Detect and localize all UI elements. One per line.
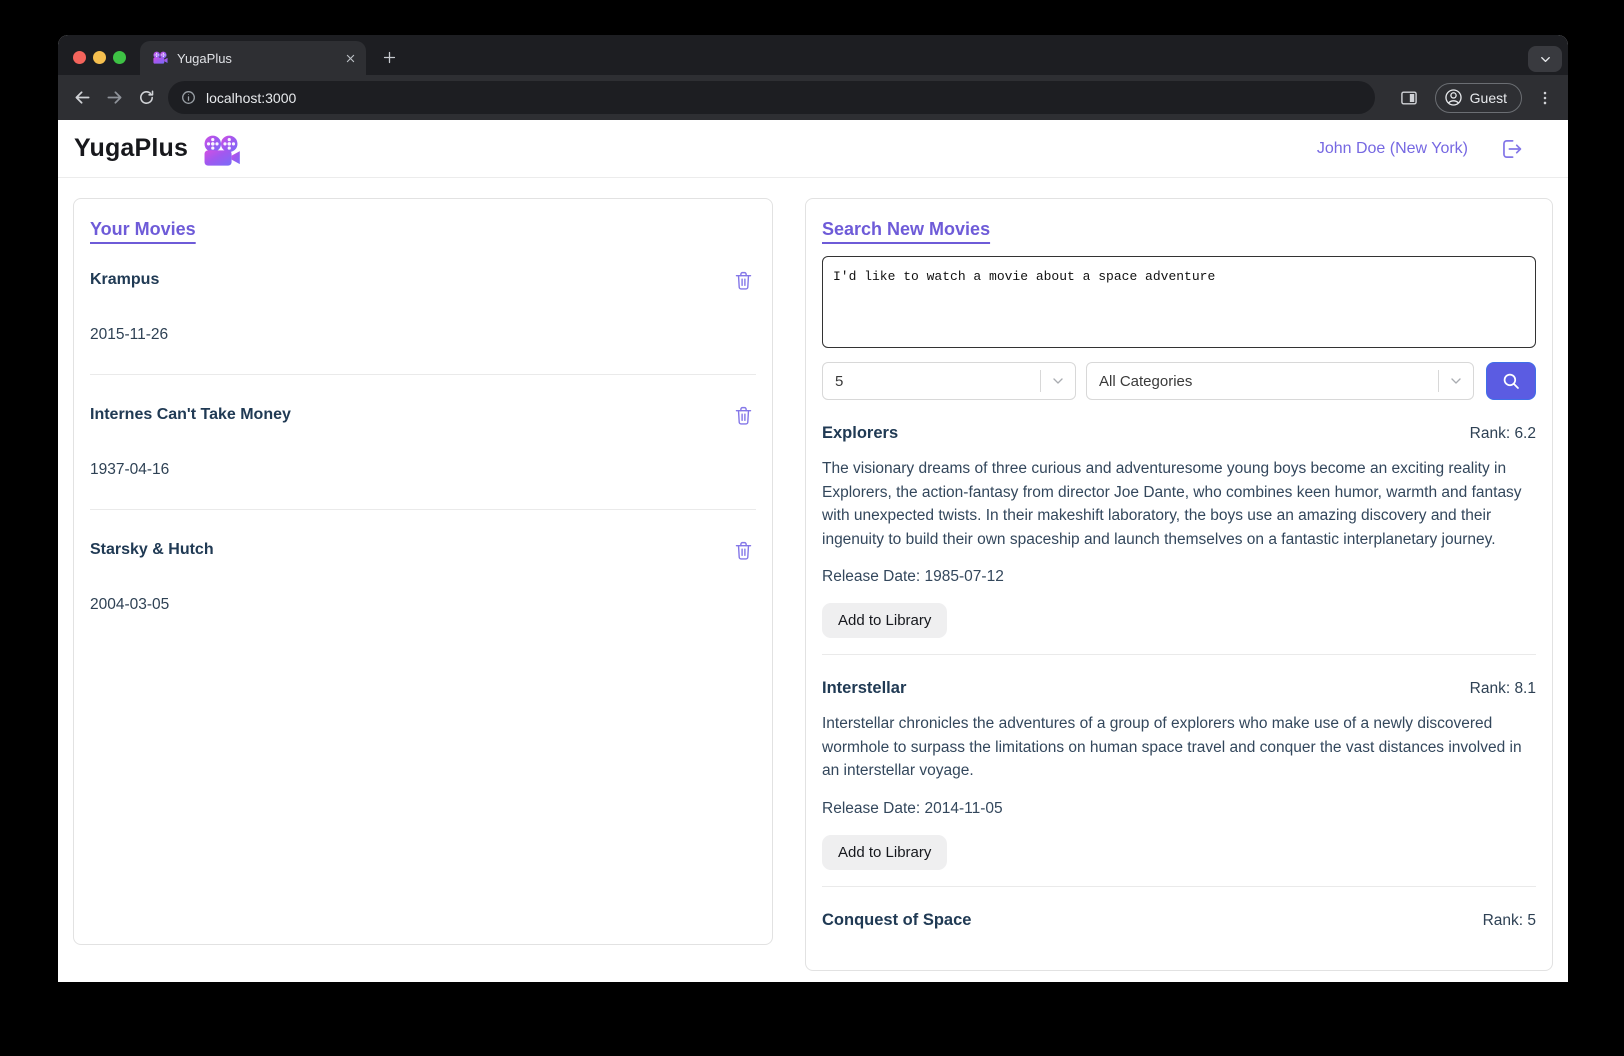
search-panel-title: Search New Movies — [822, 219, 990, 240]
forward-icon[interactable] — [98, 82, 130, 114]
search-button[interactable] — [1486, 362, 1536, 400]
tab-search-chevron-icon[interactable] — [1528, 46, 1562, 72]
search-result: Explorers Rank: 6.2 The visionary dreams… — [822, 400, 1536, 654]
category-select[interactable]: All Categories — [1086, 362, 1474, 400]
result-rank: Rank: 8.1 — [1470, 680, 1536, 698]
chevron-down-icon — [1439, 373, 1473, 389]
app-page: YugaPlus John Doe (New York) — [58, 120, 1568, 982]
search-result: Interstellar Rank: 8.1 Interstellar chro… — [822, 654, 1536, 886]
add-to-library-button[interactable]: Add to Library — [822, 835, 947, 870]
movie-release-date: 1937-04-16 — [90, 461, 756, 479]
logout-icon[interactable] — [1498, 136, 1524, 162]
result-limit-value: 5 — [835, 373, 843, 390]
url-text: localhost:3000 — [206, 90, 296, 106]
delete-movie-trash-icon[interactable] — [730, 402, 756, 428]
result-description: Interstellar chronicles the adventures o… — [822, 712, 1536, 783]
library-movie-row: Krampus 2015-11 — [90, 240, 756, 375]
delete-movie-trash-icon[interactable] — [730, 267, 756, 293]
main-content: Your Movies Krampus — [58, 178, 1568, 982]
window-controls — [73, 51, 126, 64]
tab-title: YugaPlus — [177, 51, 343, 66]
library-panel-title: Your Movies — [90, 219, 196, 240]
result-limit-select[interactable]: 5 — [822, 362, 1076, 400]
movie-title: Internes Can't Take Money — [90, 406, 291, 424]
category-value: All Categories — [1099, 373, 1192, 390]
tab-strip: YugaPlus — [58, 35, 1568, 75]
site-info-icon[interactable] — [180, 89, 197, 106]
search-controls: 5 All Categories — [822, 362, 1536, 400]
result-release-date: Release Date: 1985-07-12 — [822, 568, 1536, 586]
browser-menu-icon[interactable] — [1532, 83, 1558, 113]
result-release-date: Release Date: 2014-11-05 — [822, 800, 1536, 818]
zoom-window-button[interactable] — [113, 51, 126, 64]
reload-icon[interactable] — [130, 82, 162, 114]
tab-close-icon[interactable] — [343, 51, 358, 66]
tab-favicon-movie-camera-icon — [152, 51, 168, 65]
minimize-window-button[interactable] — [93, 51, 106, 64]
browser-toolbar: localhost:3000 Guest — [58, 75, 1568, 120]
guest-label: Guest — [1470, 90, 1507, 106]
chevron-down-icon — [1041, 373, 1075, 389]
result-description: The visionary dreams of three curious an… — [822, 457, 1536, 551]
result-title: Explorers — [822, 424, 898, 443]
search-panel: Search New Movies I'd like to watch a mo… — [805, 198, 1553, 971]
library-movie-row: Internes Can't Take Money — [90, 375, 756, 510]
app-logo-text: YugaPlus — [74, 134, 188, 163]
movie-title: Starsky & Hutch — [90, 541, 214, 559]
library-panel: Your Movies Krampus — [73, 198, 773, 945]
search-results-list: Explorers Rank: 6.2 The visionary dreams… — [822, 400, 1536, 946]
movie-release-date: 2004-03-05 — [90, 596, 756, 614]
browser-profile-button[interactable]: Guest — [1435, 83, 1522, 113]
delete-movie-trash-icon[interactable] — [730, 537, 756, 563]
movie-title: Krampus — [90, 271, 159, 289]
close-window-button[interactable] — [73, 51, 86, 64]
browser-window: YugaPlus — [58, 35, 1568, 982]
result-title: Interstellar — [822, 679, 906, 698]
movie-release-date: 2015-11-26 — [90, 326, 756, 344]
app-header: YugaPlus John Doe (New York) — [58, 120, 1568, 178]
address-bar[interactable]: localhost:3000 — [168, 81, 1375, 114]
user-profile-link[interactable]: John Doe (New York) — [1317, 140, 1468, 158]
movie-camera-icon — [201, 135, 241, 168]
search-icon — [1500, 370, 1522, 392]
add-to-library-button[interactable]: Add to Library — [822, 603, 947, 638]
browser-tab[interactable]: YugaPlus — [140, 41, 366, 75]
new-tab-button[interactable] — [376, 44, 402, 70]
search-query-input[interactable]: I'd like to watch a movie about a space … — [822, 256, 1536, 348]
library-movie-row: Starsky & Hutch — [90, 510, 756, 644]
result-rank: Rank: 6.2 — [1470, 425, 1536, 443]
guest-avatar-icon — [1443, 87, 1464, 108]
library-movie-list: Krampus 2015-11 — [90, 240, 756, 644]
search-result: Conquest of Space Rank: 5 — [822, 886, 1536, 946]
result-title: Conquest of Space — [822, 911, 971, 930]
result-rank: Rank: 5 — [1483, 912, 1536, 930]
side-panel-icon[interactable] — [1393, 82, 1425, 114]
back-icon[interactable] — [66, 82, 98, 114]
